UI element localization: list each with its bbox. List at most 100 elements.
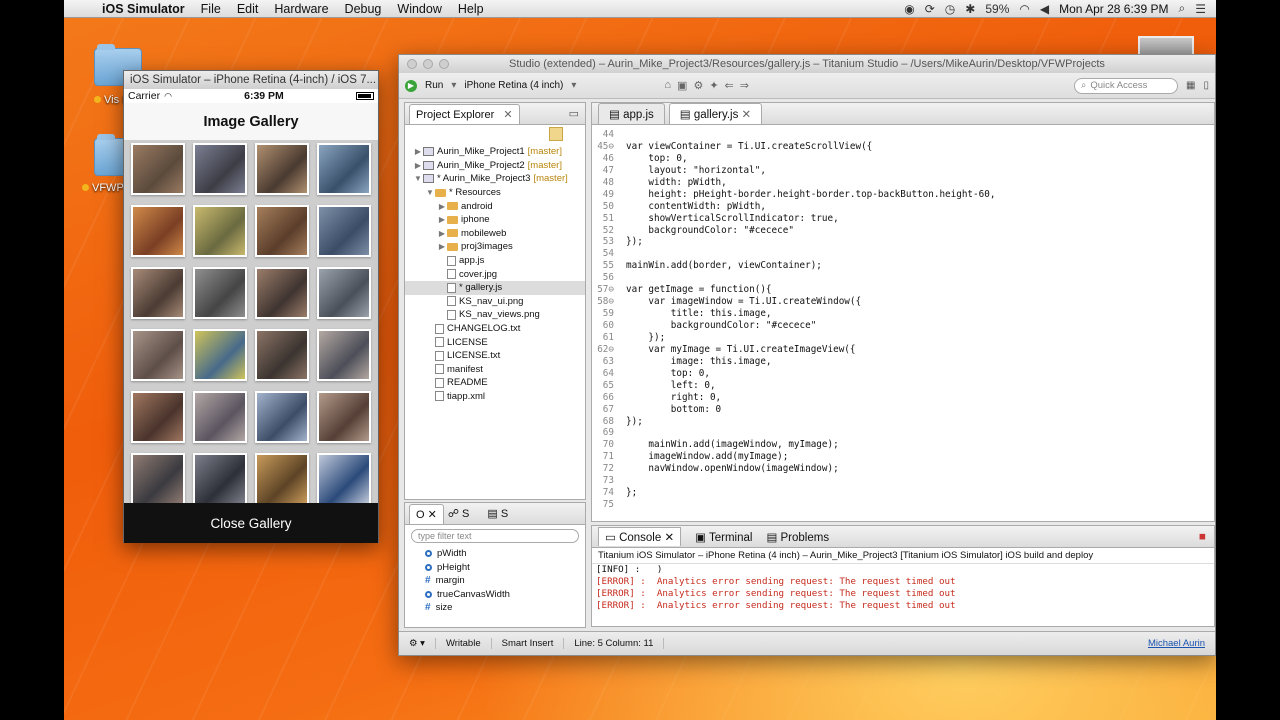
gallery-thumbnail[interactable] [255,453,309,503]
gallery-thumbnail[interactable] [255,205,309,257]
outline-item[interactable]: pHeight [405,561,585,575]
gallery-thumbnail[interactable] [255,267,309,319]
notification-center-icon[interactable]: ☰ [1195,2,1206,16]
gallery-thumbnail[interactable] [317,391,371,443]
filter-input[interactable]: type filter text [411,529,579,543]
tree-item[interactable]: ▶ proj3images [405,240,585,254]
gallery-thumbnail[interactable] [131,391,185,443]
gallery-thumbnail[interactable] [317,267,371,319]
tab-terminal[interactable]: ▣ Terminal [695,530,752,544]
menu-debug[interactable]: Debug [337,2,390,16]
gallery-thumbnail[interactable] [193,391,247,443]
tree-item[interactable]: ▶ mobileweb [405,227,585,241]
tree-item[interactable]: LICENSE.txt [405,349,585,363]
menu-file[interactable]: File [193,2,229,16]
gallery-thumbnail[interactable] [193,267,247,319]
image-gallery-scrollview[interactable] [124,141,378,503]
expand-icon[interactable]: ▶ [437,202,447,211]
gallery-thumbnail[interactable] [317,453,371,503]
tree-item[interactable]: cover.jpg [405,267,585,281]
tree-item[interactable]: LICENSE [405,335,585,349]
gallery-thumbnail[interactable] [193,453,247,503]
close-tab-icon[interactable]: ✕ [738,109,752,121]
tab-console[interactable]: ▭ Console ✕ [598,527,682,546]
gallery-thumbnail[interactable] [131,143,185,195]
run-icon[interactable]: ▶ [405,79,417,92]
simulator-title[interactable]: iOS Simulator – iPhone Retina (4-inch) /… [124,71,378,89]
tree-item[interactable]: app.js [405,254,585,268]
settings-icon[interactable]: ⚙ [693,79,703,92]
tree-item[interactable]: * gallery.js [405,280,585,295]
target-dropdown-icon[interactable]: ▾ [571,80,576,91]
menu-help[interactable]: Help [450,2,492,16]
tree-item[interactable]: ▼ * Aurin_Mike_Project3 [master] [405,172,585,186]
minimize-view-icon[interactable]: ▭ [569,107,579,120]
outline-item[interactable]: pWidth [405,547,585,561]
run-dropdown-icon[interactable]: ▾ [451,80,456,91]
close-tab-icon[interactable]: ✕ [503,109,512,121]
outline-item[interactable]: # size [405,601,585,615]
menu-edit[interactable]: Edit [229,2,267,16]
gallery-thumbnail[interactable] [317,329,371,381]
minimize-window-icon[interactable] [423,59,433,69]
volume-icon[interactable]: ◀ [1040,2,1049,16]
menu-app-name[interactable]: iOS Simulator [94,2,193,16]
gallery-thumbnail[interactable] [193,329,247,381]
battery-percent[interactable]: 59% [985,2,1009,16]
gallery-thumbnail[interactable] [193,205,247,257]
expand-icon[interactable]: ▶ [437,229,447,238]
record-icon[interactable]: ◉ [904,2,914,16]
tree-item[interactable]: KS_nav_ui.png [405,295,585,309]
target-selector[interactable]: iPhone Retina (4 inch) [464,80,563,91]
sync-icon[interactable]: ⟳ [925,2,935,16]
gallery-thumbnail[interactable] [193,143,247,195]
lightbulb-icon[interactable]: ✦ [709,79,718,92]
gallery-thumbnail[interactable] [255,391,309,443]
zoom-window-icon[interactable] [439,59,449,69]
gallery-thumbnail[interactable] [255,329,309,381]
tab-problems[interactable]: ▤ Problems [766,530,829,544]
expand-icon[interactable]: ▶ [437,215,447,224]
close-gallery-button[interactable]: Close Gallery [124,503,378,543]
tree-item[interactable]: ▶ Aurin_Mike_Project1 [master] [405,145,585,159]
gallery-thumbnail[interactable] [131,453,185,503]
expand-icon[interactable]: ▶ [437,242,447,251]
collapse-icon[interactable]: ▼ [413,174,423,183]
menu-window[interactable]: Window [389,2,449,16]
tree-item[interactable]: ▶ iphone [405,213,585,227]
tree-item[interactable]: manifest [405,363,585,377]
wifi-icon[interactable]: ◠ [1019,2,1029,16]
code-area[interactable]: 44 45⊖ var viewContainer = Ti.UI.createScr… [592,129,1214,521]
menubar-clock[interactable]: Mon Apr 28 6:39 PM [1059,2,1168,16]
forward-icon[interactable]: ⇒ [740,79,749,92]
link-editor-icon[interactable] [549,127,563,141]
outline-item[interactable]: # margin [405,574,585,588]
gallery-thumbnail[interactable] [317,205,371,257]
tree-item[interactable]: CHANGELOG.txt [405,322,585,336]
user-account-link[interactable]: Michael Aurin [1138,638,1215,649]
back-icon[interactable]: ⇐ [725,79,734,92]
stop-icon[interactable]: ■ [1199,531,1206,543]
tree-item[interactable]: KS_nav_views.png [405,308,585,322]
gallery-thumbnail[interactable] [131,205,185,257]
menu-hardware[interactable]: Hardware [266,2,336,16]
perspective-icon[interactable]: ▦ [1186,80,1195,91]
gallery-thumbnail[interactable] [131,329,185,381]
device-icon[interactable]: ▯ [1203,80,1209,91]
terminal-icon[interactable]: ▣ [677,79,687,92]
spotlight-icon[interactable]: ⌕ [1179,1,1186,16]
tab-s1[interactable]: ☍ S [448,507,470,520]
tab-project-explorer[interactable]: Project Explorer ✕ [409,103,520,124]
home-icon[interactable]: ⌂ [664,79,671,92]
collapse-icon[interactable]: ▼ [425,188,435,197]
expand-icon[interactable]: ▶ [413,147,423,156]
outline-item[interactable]: trueCanvasWidth [405,588,585,602]
expand-icon[interactable]: ▶ [413,161,423,170]
run-button[interactable]: Run [425,80,443,91]
tab-outline[interactable]: O ✕ [409,503,444,524]
tree-item[interactable]: ▼ * Resources [405,186,585,200]
gallery-thumbnail[interactable] [131,267,185,319]
gallery-thumbnail[interactable] [317,143,371,195]
tree-item[interactable]: tiapp.xml [405,390,585,404]
close-window-icon[interactable] [407,59,417,69]
